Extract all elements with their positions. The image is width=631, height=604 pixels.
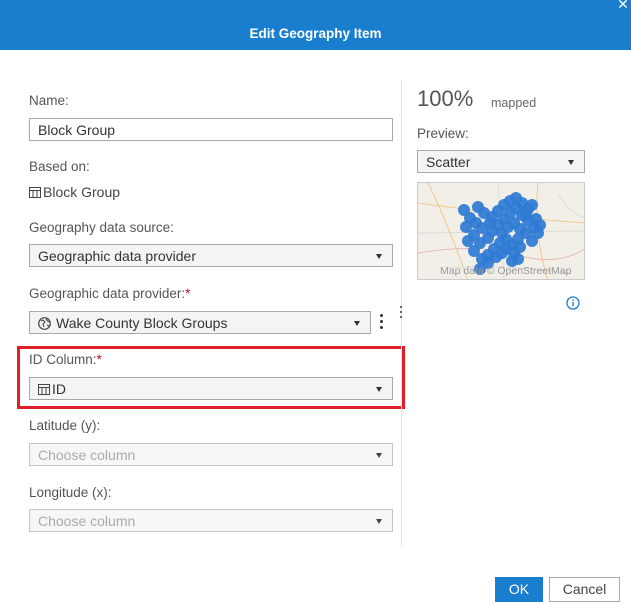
id-column-value: ID <box>52 381 66 397</box>
globe-icon <box>38 317 51 330</box>
info-icon[interactable] <box>566 296 580 310</box>
map-attribution: Map data © OpenStreetMap <box>440 265 572 277</box>
data-source-value: Geographic data provider <box>38 248 196 264</box>
id-column-label: ID Column:* <box>29 352 102 367</box>
map-point <box>514 223 526 235</box>
chevron-down-icon <box>376 519 382 524</box>
preview-label: Preview: <box>417 126 469 141</box>
id-column-select[interactable]: ID <box>29 377 393 400</box>
longitude-placeholder: Choose column <box>38 513 136 529</box>
provider-value: Wake County Block Groups <box>56 315 228 331</box>
map-point <box>484 217 496 229</box>
preview-type-select[interactable]: Scatter <box>417 150 585 173</box>
map-points <box>458 192 546 275</box>
dialog-title: Edit Geography Item <box>249 26 382 41</box>
map-point <box>514 241 526 253</box>
map-point <box>534 219 546 231</box>
cancel-button[interactable]: Cancel <box>549 577 620 602</box>
map-point <box>526 199 538 211</box>
chevron-down-icon <box>376 387 382 392</box>
map-preview[interactable]: Map data © OpenStreetMap <box>417 182 585 280</box>
chevron-down-icon <box>354 321 360 326</box>
id-column-label-text: ID Column: <box>29 352 97 367</box>
close-icon[interactable]: ✕ <box>616 0 630 11</box>
longitude-select[interactable]: Choose column <box>29 509 393 532</box>
required-mark: * <box>96 352 102 367</box>
provider-label: Geographic data provider:* <box>29 286 190 301</box>
map-point <box>462 235 474 247</box>
provider-label-text: Geographic data provider: <box>29 286 186 301</box>
map-point <box>512 253 524 265</box>
longitude-label: Longitude (x): <box>29 485 112 500</box>
dialog-titlebar: Edit Geography Item ✕ <box>0 0 631 50</box>
based-on-text: Block Group <box>43 184 121 200</box>
preview-type-value: Scatter <box>426 154 471 170</box>
latitude-select[interactable]: Choose column <box>29 443 393 466</box>
mapped-label: mapped <box>491 96 537 110</box>
data-source-label: Geography data source: <box>29 220 174 235</box>
name-input[interactable]: Block Group <box>29 118 393 141</box>
splitter-handle[interactable] <box>400 306 403 322</box>
table-icon <box>29 187 41 198</box>
chevron-down-icon <box>568 160 574 165</box>
more-options-icon[interactable] <box>378 314 384 330</box>
map-point <box>472 201 484 213</box>
table-icon <box>38 384 50 395</box>
chevron-down-icon <box>376 453 382 458</box>
mapped-percent: 100% <box>417 86 474 111</box>
based-on-value: Block Group <box>29 184 120 200</box>
ok-button[interactable]: OK <box>495 577 543 602</box>
name-label: Name: <box>29 93 69 108</box>
based-on-label: Based on: <box>29 159 90 174</box>
latitude-placeholder: Choose column <box>38 447 136 463</box>
data-source-select[interactable]: Geographic data provider <box>29 244 393 267</box>
map-point <box>460 221 472 233</box>
required-mark: * <box>185 286 191 301</box>
chevron-down-icon <box>376 254 382 259</box>
map-point <box>468 245 480 257</box>
map-point <box>496 247 508 259</box>
provider-select[interactable]: Wake County Block Groups <box>29 311 371 334</box>
map-point <box>500 233 512 245</box>
latitude-label: Latitude (y): <box>29 418 101 433</box>
